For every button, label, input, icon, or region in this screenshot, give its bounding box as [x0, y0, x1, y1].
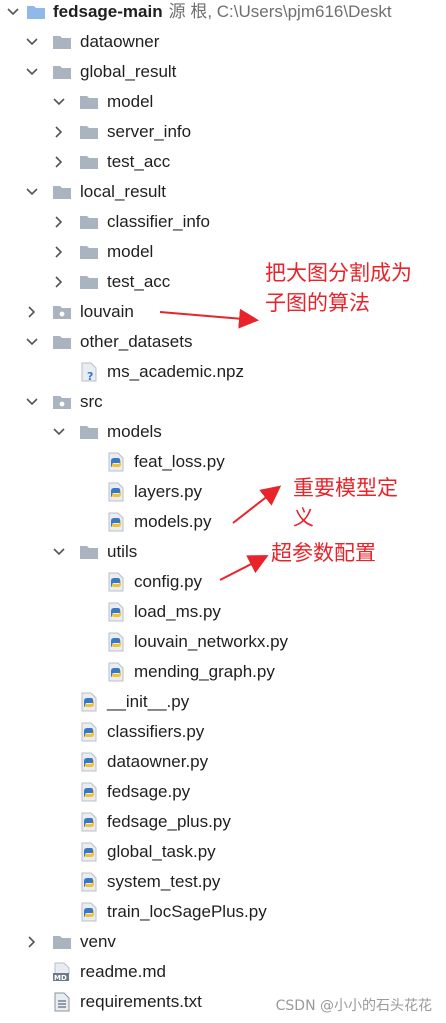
annotation-louvain-line1: 把大图分割成为: [265, 261, 412, 285]
models-arrow: [232, 485, 282, 524]
config-arrow: [219, 555, 269, 581]
annotation-louvain: 把大图分割成为 子图的算法: [265, 258, 412, 318]
annotation-models-line1: 重要模型定: [293, 476, 398, 500]
annotation-models-line2: 义: [293, 506, 314, 530]
annotation-config-line: 超参数配置: [271, 541, 376, 565]
louvain-arrow: [159, 308, 259, 329]
watermark: CSDN @小小的石头花花: [275, 998, 432, 1014]
annotation-louvain-line2: 子图的算法: [265, 291, 370, 315]
annotation-models: 重要模型定 义: [293, 473, 398, 533]
annotation-config: 超参数配置: [271, 538, 376, 568]
